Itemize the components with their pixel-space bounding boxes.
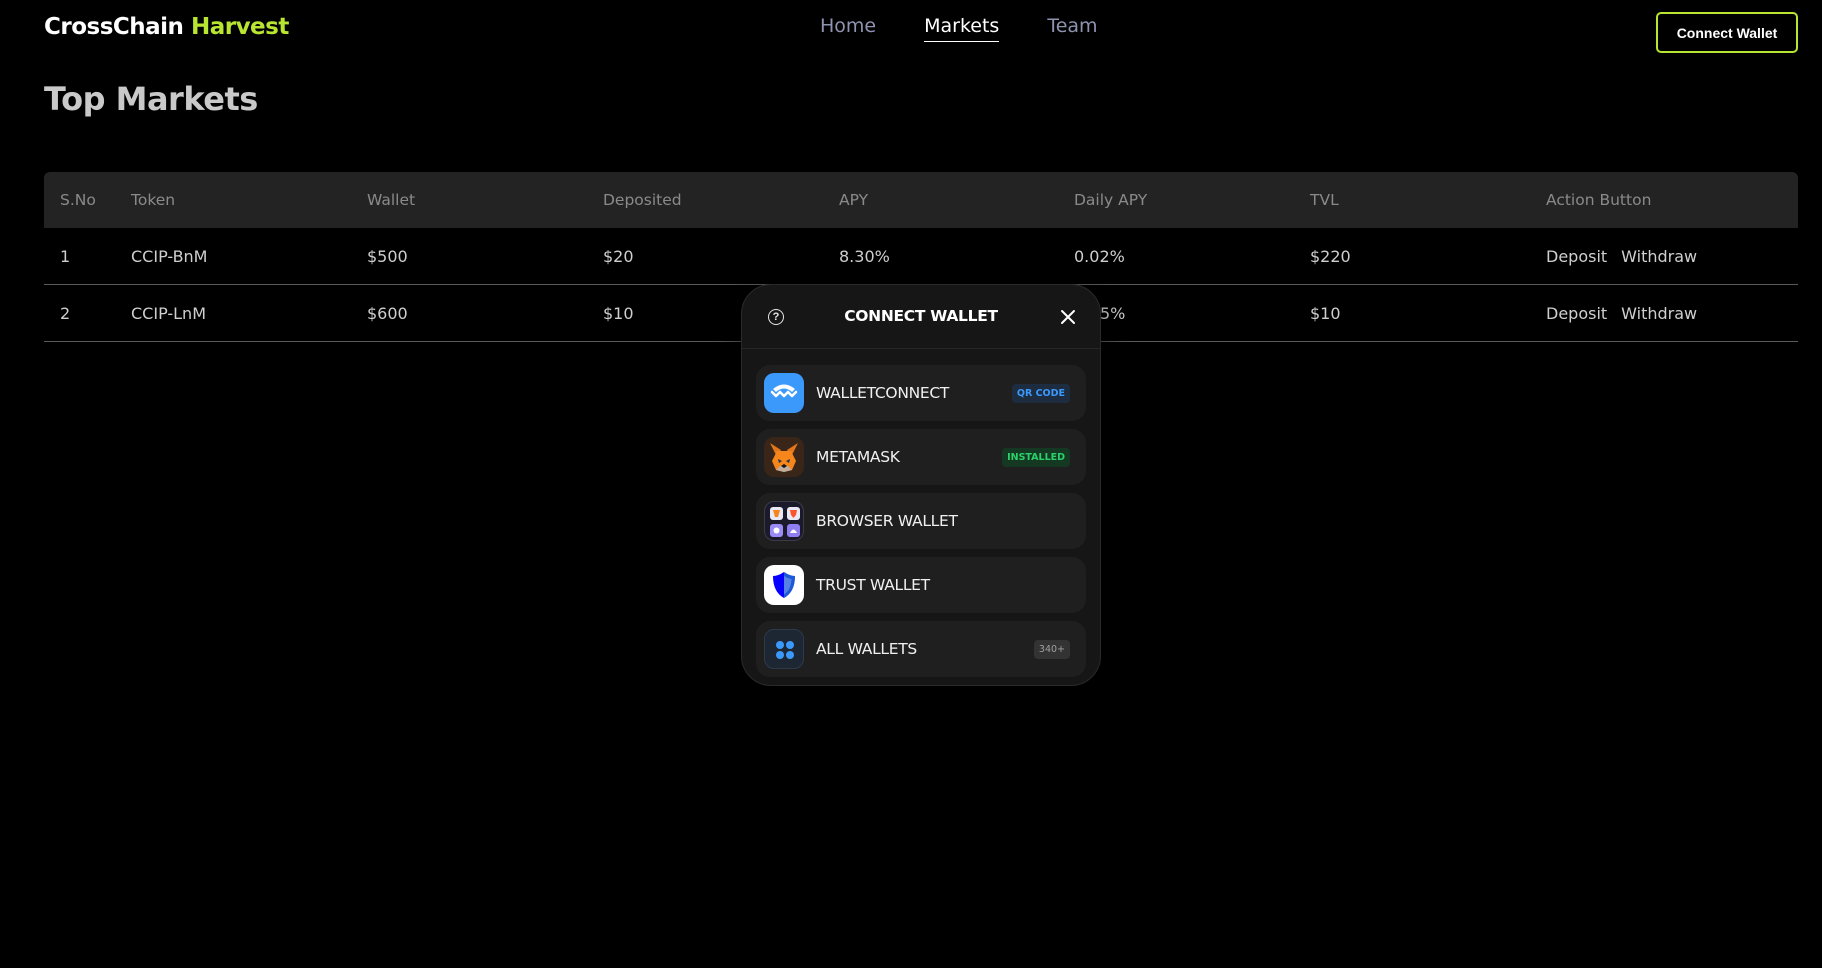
modal-header: ? CONNECT WALLET [742, 285, 1100, 349]
cell-daily-apy: 0.02% [1074, 246, 1125, 266]
header: CrossChain Harvest Home Markets Team Con… [0, 0, 1822, 64]
header-sno: S.No [60, 191, 96, 209]
wallet-option-metamask[interactable]: METAMASK INSTALLED [756, 429, 1086, 485]
wallet-option-walletconnect[interactable]: WALLETCONNECT QR CODE [756, 365, 1086, 421]
cell-token: CCIP-LnM [131, 303, 206, 323]
cell-tvl: $10 [1310, 303, 1341, 323]
header-deposited: Deposited [603, 191, 682, 209]
header-daily-apy: Daily APY [1074, 191, 1148, 209]
logo[interactable]: CrossChain Harvest [44, 14, 289, 40]
deposit-button[interactable]: Deposit [1546, 247, 1607, 266]
cell-deposited: $20 [603, 246, 634, 266]
cell-actions: Deposit Withdraw [1546, 285, 1697, 341]
wallet-name: ALL WALLETS [816, 640, 917, 658]
withdraw-button[interactable]: Withdraw [1621, 304, 1697, 323]
nav-team[interactable]: Team [1047, 15, 1097, 42]
header-tvl: TVL [1310, 191, 1339, 209]
cell-tvl: $220 [1310, 246, 1351, 266]
trust-wallet-icon [764, 565, 804, 605]
walletconnect-icon [764, 373, 804, 413]
cell-apy: 8.30% [839, 246, 890, 266]
wallet-name: BROWSER WALLET [816, 512, 958, 530]
wallet-name: WALLETCONNECT [816, 384, 950, 402]
wallet-list: WALLETCONNECT QR CODE METAMASK INSTALLED [756, 365, 1086, 685]
nav-markets[interactable]: Markets [924, 15, 1000, 42]
cell-sno: 1 [60, 246, 71, 266]
connect-wallet-modal: ? CONNECT WALLET WALLETCONNECT QR CODE M… [741, 284, 1101, 686]
logo-main: CrossChain [44, 14, 184, 40]
cell-deposited: $10 [603, 303, 634, 323]
nav-home[interactable]: Home [820, 15, 876, 42]
cell-token: CCIP-BnM [131, 246, 208, 266]
header-token: Token [131, 191, 176, 209]
wallet-name: TRUST WALLET [816, 576, 930, 594]
table-row: 1 CCIP-BnM $500 $20 8.30% 0.02% $220 Dep… [44, 228, 1798, 285]
cell-actions: Deposit Withdraw [1546, 228, 1697, 284]
header-apy: APY [839, 191, 869, 209]
browser-wallet-icon [764, 501, 804, 541]
deposit-button[interactable]: Deposit [1546, 304, 1607, 323]
qr-code-badge: QR CODE [1011, 384, 1070, 403]
cell-wallet: $600 [367, 303, 408, 323]
withdraw-button[interactable]: Withdraw [1621, 247, 1697, 266]
page-title: Top Markets [44, 80, 258, 118]
main-nav: Home Markets Team [820, 15, 1098, 42]
cell-wallet: $500 [367, 246, 408, 266]
close-icon[interactable] [1058, 307, 1078, 327]
logo-accent: Harvest [190, 14, 289, 40]
all-wallets-icon [764, 629, 804, 669]
metamask-icon [764, 437, 804, 477]
cell-daily-apy: 5% [1100, 303, 1126, 323]
wallet-option-all-wallets[interactable]: ALL WALLETS 340+ [756, 621, 1086, 677]
header-wallet: Wallet [367, 191, 416, 209]
table-header: S.No Token Wallet Deposited APY Daily AP… [44, 172, 1798, 228]
installed-badge: INSTALLED [1002, 448, 1070, 467]
wallet-option-browser-wallet[interactable]: BROWSER WALLET [756, 493, 1086, 549]
wallet-count-badge: 340+ [1033, 640, 1070, 659]
header-action: Action Button [1546, 191, 1652, 209]
cell-sno: 2 [60, 303, 71, 323]
modal-title: CONNECT WALLET [844, 307, 998, 325]
wallet-name: METAMASK [816, 448, 900, 466]
wallet-option-trust-wallet[interactable]: TRUST WALLET [756, 557, 1086, 613]
connect-wallet-button[interactable]: Connect Wallet [1656, 12, 1798, 53]
